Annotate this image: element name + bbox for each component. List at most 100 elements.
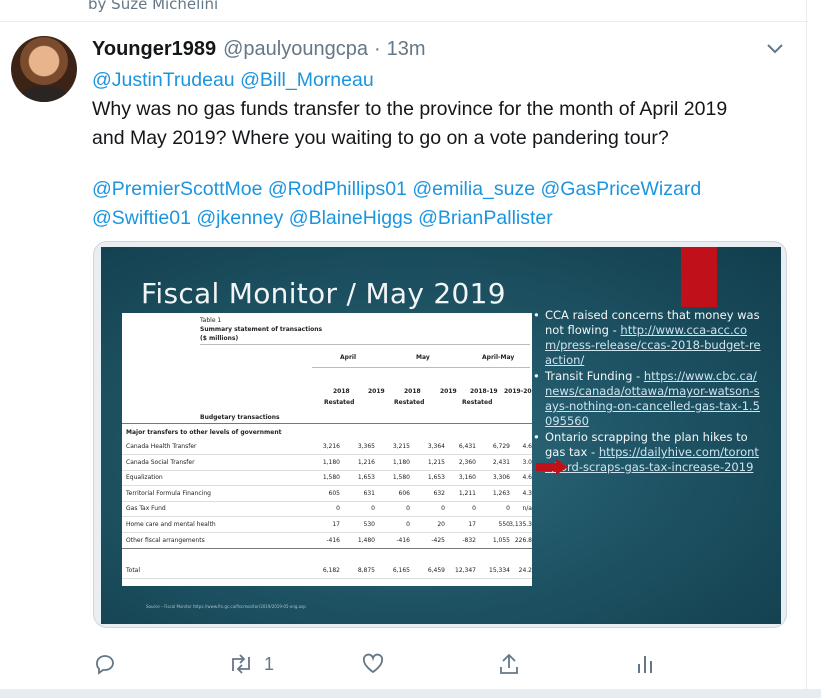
- table-cell: 4.3: [522, 490, 532, 497]
- table-row-divider: [122, 470, 532, 471]
- table-cell: 1,211: [458, 490, 476, 497]
- table-row-divider: [122, 501, 532, 502]
- table-cell: 1,216: [357, 459, 375, 466]
- mention-link[interactable]: @Swiftie01: [92, 207, 191, 229]
- table-row-divider: [122, 485, 532, 486]
- table-cell: 0: [472, 505, 476, 512]
- mention-link[interactable]: @BlaineHiggs: [289, 207, 413, 229]
- table-cell: 3.0: [522, 459, 532, 466]
- tweet-timestamp[interactable]: 13m: [387, 38, 426, 61]
- mention-link[interactable]: @JustinTrudeau: [92, 69, 235, 91]
- bullet-item: Transit Funding - https://www.cbc.ca/new…: [531, 369, 761, 429]
- table-row-label: Territorial Formula Financing: [126, 490, 211, 497]
- year-header: 2019: [440, 388, 457, 395]
- table-cell: 6,459: [427, 567, 445, 574]
- table-row-divider: [122, 548, 532, 549]
- table-cell: -416: [326, 537, 340, 544]
- year-header: 2018: [404, 388, 421, 395]
- table-cell: 4.6: [522, 474, 532, 481]
- next-tweet-strip: [0, 689, 821, 698]
- chevron-down-icon[interactable]: [766, 42, 784, 56]
- attached-image[interactable]: Fiscal Monitor / May 2019 Table 1 Summar…: [93, 241, 787, 628]
- table-cell: 4.6: [522, 443, 532, 450]
- mention-link[interactable]: @BrianPallister: [418, 207, 553, 229]
- restated-note: Restated: [462, 399, 493, 406]
- slide-accent-bar: [681, 247, 717, 307]
- analytics-button[interactable]: [634, 650, 656, 678]
- table-cell: 631: [363, 490, 375, 497]
- like-button[interactable]: [361, 650, 385, 678]
- byline: by Suze Michelini: [88, 0, 219, 13]
- reply-mentions: @JustinTrudeau @Bill_Morneau: [92, 66, 802, 95]
- table-cell: 1,180: [322, 459, 340, 466]
- table-cell: 20: [437, 521, 445, 528]
- bullet-item: CCA raised concerns that money was not f…: [531, 308, 761, 368]
- table-row-divider: [122, 516, 532, 517]
- table-cell: n/a: [522, 505, 532, 512]
- table-cell: 6,182: [322, 567, 340, 574]
- table-cell: 12,347: [455, 567, 476, 574]
- table-cell: 1,180: [392, 459, 410, 466]
- table-cell: 3,160: [458, 474, 476, 481]
- mention-link[interactable]: @GasPriceWizard: [541, 178, 702, 200]
- table-units: ($ millions): [200, 335, 239, 342]
- red-arrow-icon: [536, 459, 568, 475]
- tweet-header: Younger1989 @paulyoungcpa · 13m: [92, 38, 426, 64]
- table-cell: 3,215: [392, 443, 410, 450]
- table-row-label: Canada Social Transfer: [126, 459, 195, 466]
- table-cell: 3,135.3: [509, 521, 532, 528]
- tweet-text-line: Why was no gas funds transfer to the pro…: [92, 98, 728, 120]
- table-cell: 2,360: [458, 459, 476, 466]
- slide-title: Fiscal Monitor / May 2019: [141, 277, 506, 310]
- year-header: 2019-20: [504, 388, 532, 395]
- bullet-text: Transit Funding -: [545, 369, 641, 383]
- mention-list: @Swiftie01 @jkenney @BlaineHiggs @BrianP…: [92, 204, 802, 233]
- slide-bullets: CCA raised concerns that money was not f…: [531, 308, 761, 476]
- table-cell: 1,215: [427, 459, 445, 466]
- tweet-body: @JustinTrudeau @Bill_Morneau Why was no …: [92, 66, 802, 233]
- user-handle[interactable]: @paulyoungcpa: [223, 38, 368, 61]
- table-cell: 0: [406, 521, 410, 528]
- column-group-header: April-May: [482, 354, 515, 361]
- mention-list: @PremierScottMoe @RodPhillips01 @emilia_…: [92, 175, 802, 204]
- table-cell: 606: [398, 490, 410, 497]
- avatar[interactable]: [11, 36, 77, 102]
- table-cell: 226.8: [514, 537, 532, 544]
- table-cell: 3,365: [357, 443, 375, 450]
- table-row-label: Home care and mental health: [126, 521, 216, 528]
- table-cell: 17: [332, 521, 340, 528]
- table-cell: 1,653: [427, 474, 445, 481]
- previous-tweet-strip: by Suze Michelini: [0, 0, 808, 22]
- table-cell: 1,580: [322, 474, 340, 481]
- display-name[interactable]: Younger1989: [92, 38, 216, 61]
- mention-link[interactable]: @PremierScottMoe: [92, 178, 262, 200]
- table-title: Summary statement of transactions: [200, 326, 323, 333]
- table-cell: 24.2: [518, 567, 532, 574]
- column-group-header: April: [340, 354, 357, 361]
- retweet-button[interactable]: 1: [228, 650, 274, 678]
- table-row-label: Equalization: [126, 474, 163, 481]
- tweet-actions: 1: [0, 650, 806, 678]
- table-cell: 8,875: [357, 567, 375, 574]
- mention-link[interactable]: @jkenney: [196, 207, 283, 229]
- table-cell: 6,431: [458, 443, 476, 450]
- year-header: 2019: [368, 388, 385, 395]
- mention-link[interactable]: @emilia_suze: [412, 178, 535, 200]
- slide-source: Source – Fiscal Monitor https://www.fin.…: [146, 604, 306, 609]
- table-row-label: Other fiscal arrangements: [126, 537, 205, 544]
- presentation-slide: Fiscal Monitor / May 2019 Table 1 Summar…: [101, 247, 781, 624]
- mention-link[interactable]: @RodPhillips01: [268, 178, 407, 200]
- reply-button[interactable]: [93, 650, 117, 678]
- section-label: Budgetary transactions: [200, 414, 280, 421]
- separator-dot: ·: [373, 38, 381, 60]
- table-cell: 0: [371, 505, 375, 512]
- retweet-count: 1: [264, 653, 275, 674]
- table-cell: -425: [431, 537, 445, 544]
- table-cell: 1,480: [357, 537, 375, 544]
- table-row-label: Canada Health Transfer: [126, 443, 197, 450]
- table-row-divider: [122, 532, 532, 533]
- mention-link[interactable]: @Bill_Morneau: [240, 69, 374, 91]
- fiscal-table: Table 1 Summary statement of transaction…: [122, 313, 532, 586]
- table-cell: 605: [328, 490, 340, 497]
- share-button[interactable]: [497, 650, 521, 678]
